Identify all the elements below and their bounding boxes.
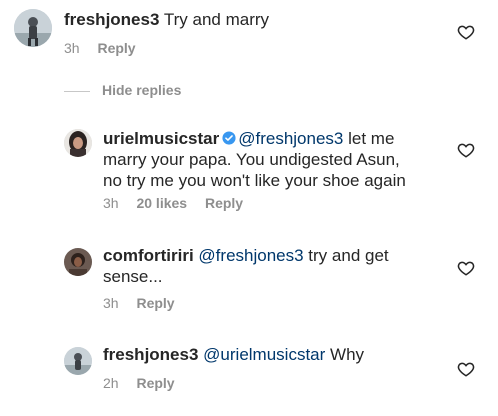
reply-item: urielmusicstar @freshjones3 let me marry …	[0, 120, 498, 220]
reply-time: 3h	[103, 195, 119, 211]
mention-link[interactable]: @freshjones3	[238, 129, 343, 148]
divider	[64, 90, 90, 92]
reply-button[interactable]: Reply	[205, 195, 243, 211]
hide-replies-button[interactable]: Hide replies	[64, 82, 181, 100]
reply-text: freshjones3 @urielmusicstar Why	[103, 344, 463, 365]
reply-button[interactable]: Reply	[136, 375, 174, 391]
reply-body-line1: let me	[343, 129, 395, 148]
reply-button[interactable]: Reply	[97, 40, 135, 56]
avatar[interactable]	[14, 9, 52, 47]
reply-item: comfortiriri @freshjones3 try and get se…	[0, 240, 498, 320]
avatar[interactable]	[64, 347, 92, 375]
likes-count[interactable]: 20 likes	[136, 195, 187, 211]
hide-replies-label: Hide replies	[102, 82, 182, 98]
avatar[interactable]	[64, 129, 92, 157]
comment-meta: 3h Reply	[64, 39, 150, 57]
reply-button[interactable]: Reply	[136, 295, 174, 311]
reply-body-line1: Why	[325, 345, 365, 364]
reply-meta: 2h Reply	[103, 374, 189, 392]
reply-body-line2: marry your papa. You undigested Asun,	[103, 150, 400, 169]
reply-body-line2: sense...	[103, 267, 163, 286]
reply-text: comfortiriri @freshjones3 try and get se…	[103, 245, 463, 287]
avatar[interactable]	[64, 248, 92, 276]
comment-item: freshjones3 Try and marry 3h Reply	[0, 0, 498, 64]
reply-text: urielmusicstar @freshjones3 let me marry …	[103, 128, 463, 191]
verified-badge-icon	[222, 131, 236, 145]
comment-time: 3h	[64, 40, 80, 56]
mention-link[interactable]: @freshjones3	[198, 246, 303, 265]
reply-username[interactable]: comfortiriri	[103, 246, 194, 265]
reply-username[interactable]: urielmusicstar	[103, 129, 219, 148]
reply-body-line3: no try me you won't like your shoe again	[103, 171, 406, 190]
heart-icon[interactable]	[457, 259, 475, 277]
reply-body-line1: try and get	[303, 246, 389, 265]
reply-username[interactable]: freshjones3	[103, 345, 198, 364]
comment-text: freshjones3 Try and marry	[64, 9, 269, 30]
reply-item: freshjones3 @urielmusicstar Why 2h Reply	[0, 342, 498, 412]
comment-username[interactable]: freshjones3	[64, 10, 159, 29]
mention-link[interactable]: @urielmusicstar	[203, 345, 325, 364]
reply-time: 2h	[103, 375, 119, 391]
heart-icon[interactable]	[457, 23, 475, 41]
reply-time: 3h	[103, 295, 119, 311]
reply-meta: 3h Reply	[103, 294, 189, 312]
reply-meta: 3h 20 likes Reply	[103, 194, 257, 212]
comment-body: Try and marry	[163, 10, 270, 29]
heart-icon[interactable]	[457, 141, 475, 159]
heart-icon[interactable]	[457, 360, 475, 378]
